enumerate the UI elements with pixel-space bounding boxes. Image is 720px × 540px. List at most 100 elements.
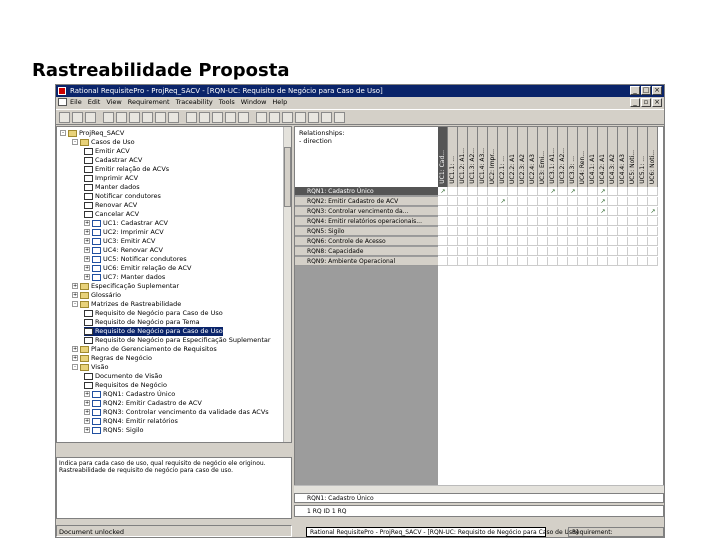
matrix-cell[interactable] xyxy=(548,227,558,236)
matrix-cell[interactable] xyxy=(598,237,608,246)
tree-item[interactable]: Notificar condutores xyxy=(84,192,161,201)
matrix-cell[interactable] xyxy=(558,217,568,226)
matrix-cell[interactable] xyxy=(528,217,538,226)
matrix-row-header[interactable]: RQN3: Controlar vencimento da... xyxy=(295,207,438,216)
matrix-cell[interactable] xyxy=(638,197,648,206)
matrix-cell[interactable] xyxy=(538,197,548,206)
matrix-cell[interactable] xyxy=(448,217,458,226)
matrix-cell[interactable] xyxy=(558,197,568,206)
matrix-cell[interactable] xyxy=(558,247,568,256)
matrix-cell[interactable] xyxy=(578,217,588,226)
matrix-cell[interactable] xyxy=(458,257,468,266)
tree-item[interactable]: + UC6: Emitir relação de ACV xyxy=(84,264,191,273)
matrix-cell[interactable] xyxy=(568,217,578,226)
matrix-cell[interactable] xyxy=(448,257,458,266)
tree-scrollbar[interactable] xyxy=(283,127,291,442)
matrix-cell[interactable] xyxy=(618,237,628,246)
matrix-cell[interactable] xyxy=(528,237,538,246)
matrix-cell[interactable] xyxy=(448,227,458,236)
matrix-cell[interactable] xyxy=(458,237,468,246)
matrix-cell[interactable] xyxy=(528,247,538,256)
expand-icon[interactable]: + xyxy=(84,274,90,280)
toolbar-button-5[interactable] xyxy=(116,112,127,123)
maximize-button[interactable]: □ xyxy=(641,86,651,95)
matrix-cell[interactable] xyxy=(458,217,468,226)
matrix-cell[interactable] xyxy=(438,257,448,266)
toolbar-button-0[interactable] xyxy=(59,112,70,123)
matrix-cell[interactable] xyxy=(458,207,468,216)
matrix-cell[interactable] xyxy=(598,247,608,256)
matrix-cell[interactable] xyxy=(498,227,508,236)
matrix-cell[interactable] xyxy=(568,247,578,256)
matrix-cell[interactable] xyxy=(478,217,488,226)
tree-item[interactable]: Cadastrar ACV xyxy=(84,156,142,165)
matrix-cell[interactable] xyxy=(478,227,488,236)
matrix-cell[interactable] xyxy=(648,197,658,206)
matrix-cell[interactable] xyxy=(508,197,518,206)
tree-item[interactable]: + UC4: Renovar ACV xyxy=(84,246,163,255)
tree-item[interactable]: + RQN4: Emitir relatórios xyxy=(84,417,178,426)
tree-item[interactable]: Imprimir ACV xyxy=(84,174,138,183)
matrix-cell[interactable] xyxy=(608,197,618,206)
matrix-cell[interactable] xyxy=(618,207,628,216)
matrix-cell[interactable] xyxy=(628,227,638,236)
expand-icon[interactable]: + xyxy=(84,418,90,424)
matrix-cell[interactable] xyxy=(468,227,478,236)
expand-icon[interactable]: + xyxy=(84,409,90,415)
matrix-cell[interactable] xyxy=(588,187,598,196)
matrix-cell[interactable] xyxy=(498,187,508,196)
matrix-cell[interactable] xyxy=(508,247,518,256)
matrix-cell[interactable] xyxy=(538,237,548,246)
matrix-cell[interactable] xyxy=(448,197,458,206)
matrix-cell[interactable] xyxy=(528,257,538,266)
matrix-cell[interactable] xyxy=(468,197,478,206)
matrix-cell[interactable] xyxy=(588,207,598,216)
matrix-cell[interactable] xyxy=(478,247,488,256)
toolbar-button-23[interactable] xyxy=(334,112,345,123)
matrix-cell[interactable] xyxy=(478,197,488,206)
tree-item[interactable]: Requisito de Negócio para Tema xyxy=(84,318,200,327)
toolbar-button-20[interactable] xyxy=(295,112,306,123)
matrix-cell[interactable] xyxy=(608,257,618,266)
expand-icon[interactable]: + xyxy=(72,283,78,289)
matrix-cell[interactable] xyxy=(468,217,478,226)
matrix-cell[interactable] xyxy=(558,187,568,196)
matrix-row-header[interactable]: RQN5: Sigilo xyxy=(295,227,438,236)
matrix-cell[interactable] xyxy=(598,217,608,226)
toolbar-button-14[interactable] xyxy=(225,112,236,123)
toolbar-button-13[interactable] xyxy=(212,112,223,123)
tree-item[interactable]: Cancelar ACV xyxy=(84,210,139,219)
toolbar-button-22[interactable] xyxy=(321,112,332,123)
matrix-cell[interactable] xyxy=(548,217,558,226)
toolbar-button-8[interactable] xyxy=(155,112,166,123)
matrix-cell[interactable] xyxy=(578,207,588,216)
matrix-cell[interactable] xyxy=(558,237,568,246)
matrix-cell[interactable] xyxy=(528,227,538,236)
matrix-cell[interactable] xyxy=(638,227,648,236)
matrix-cell[interactable] xyxy=(538,247,548,256)
matrix-cell[interactable] xyxy=(488,217,498,226)
matrix-cell[interactable] xyxy=(438,227,448,236)
matrix-cell[interactable] xyxy=(438,197,448,206)
matrix-cell[interactable] xyxy=(578,187,588,196)
matrix-cell[interactable] xyxy=(448,247,458,256)
minimize-button[interactable]: _ xyxy=(630,86,640,95)
matrix-cell[interactable] xyxy=(548,197,558,206)
collapse-icon[interactable]: - xyxy=(72,139,78,145)
tree-item[interactable]: - Casos de Uso xyxy=(72,138,135,147)
matrix-column-header[interactable]: UC3.2: A2... xyxy=(558,127,568,187)
matrix-cell[interactable] xyxy=(548,207,558,216)
matrix-cell[interactable] xyxy=(638,247,648,256)
matrix-column-header[interactable]: UC2.1: ... xyxy=(498,127,508,187)
matrix-hscrollbar[interactable] xyxy=(294,485,664,493)
matrix-cell[interactable] xyxy=(518,257,528,266)
matrix-cell[interactable] xyxy=(508,227,518,236)
menu-item-7[interactable]: Help xyxy=(272,97,287,108)
matrix-cell[interactable] xyxy=(448,187,458,196)
matrix-column-header[interactable]: UC1.4: A3... xyxy=(478,127,488,187)
matrix-cell[interactable] xyxy=(488,247,498,256)
matrix-cell[interactable] xyxy=(518,207,528,216)
toolbar-button-17[interactable] xyxy=(256,112,267,123)
toolbar-button-7[interactable] xyxy=(142,112,153,123)
matrix-cell[interactable] xyxy=(568,197,578,206)
